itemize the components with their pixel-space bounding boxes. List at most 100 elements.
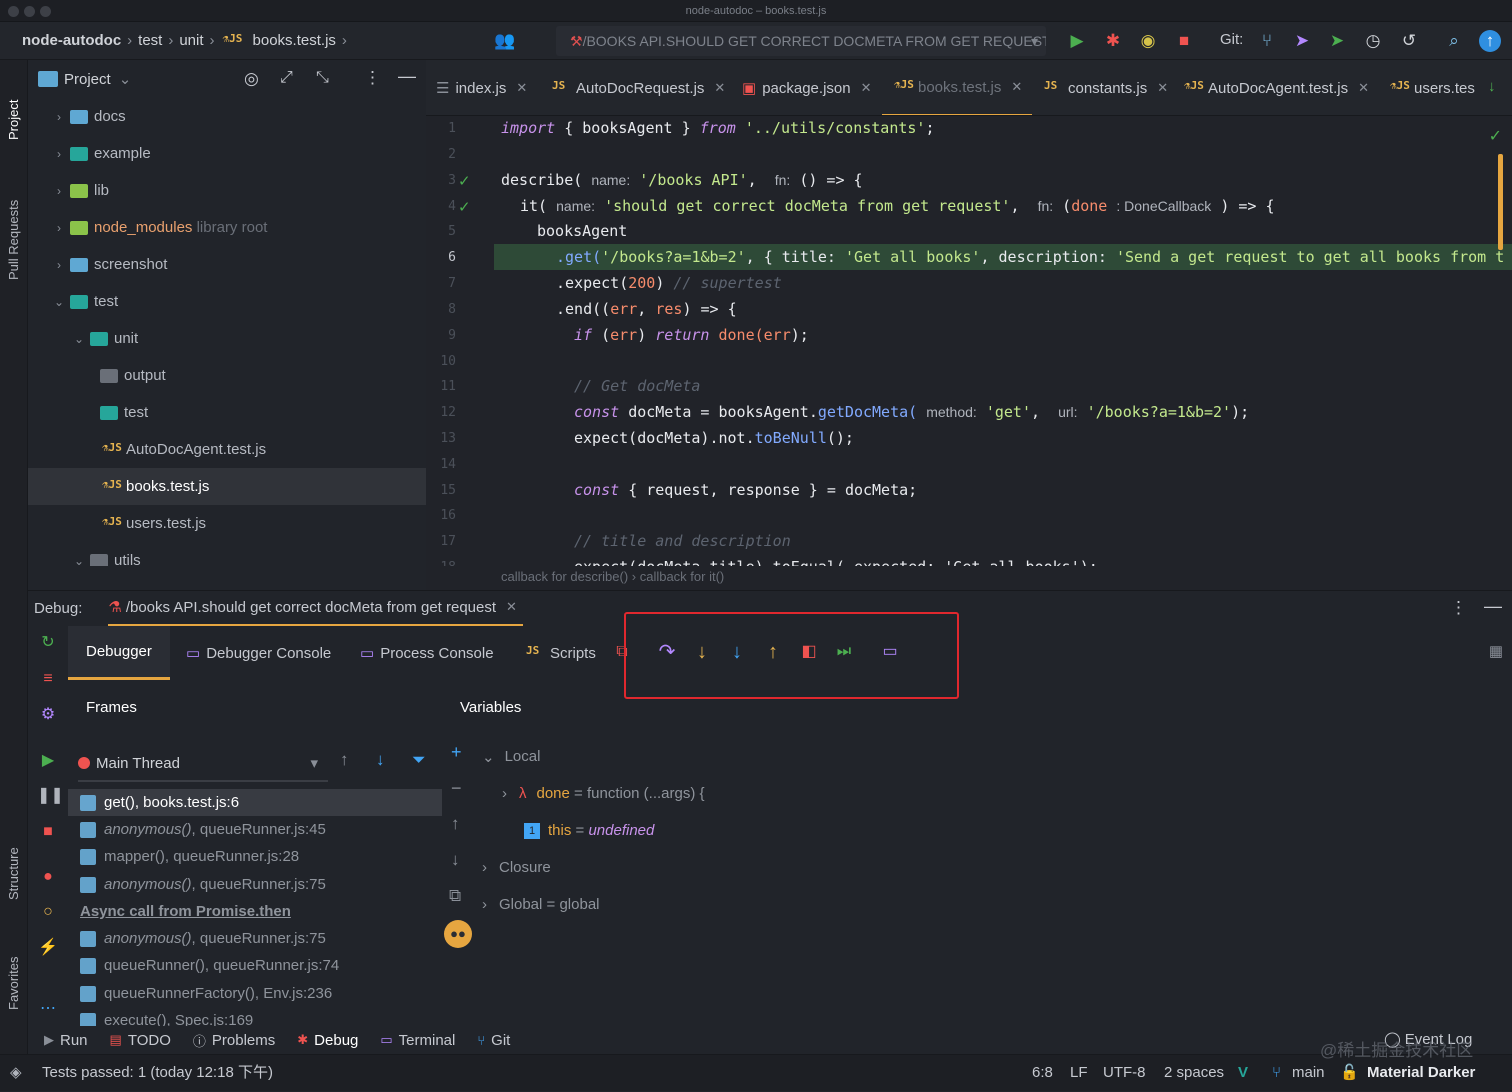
tool-run[interactable]: ▶ Run [44, 1032, 88, 1049]
tool-problems[interactable]: ⓘ Problems [193, 1031, 275, 1050]
cursor-position[interactable]: 6:8 [1032, 1055, 1053, 1092]
tab-autodocagent-test-js[interactable]: ⚗JS AutoDocAgent.test.js ✕ [1182, 60, 1369, 115]
close-icon[interactable]: ✕ [1157, 80, 1168, 96]
more-options-icon[interactable]: ⋮ [364, 68, 381, 88]
run-config-dropdown[interactable]: ⚒/BOOKS API.SHOULD GET CORRECT DOCMETA F… [556, 26, 1046, 56]
tree-item-test[interactable]: ⌄ test [28, 283, 426, 320]
var-this[interactable]: 1 this = undefined [524, 812, 654, 849]
view-breakpoints-icon[interactable]: ● [37, 866, 59, 888]
git-push-icon[interactable]: ➤ [1291, 30, 1313, 52]
minimize-panel-icon[interactable]: — [1484, 596, 1502, 617]
tab-package-json[interactable]: ▣ package.json ✕ [742, 60, 872, 115]
settings-icon[interactable]: ⚙ [37, 704, 59, 726]
close-icon[interactable]: ✕ [506, 599, 517, 615]
search-icon[interactable]: ⌕ [1443, 30, 1465, 52]
tab-scripts[interactable]: JS Scripts [524, 626, 596, 680]
tabs-dropdown-icon[interactable]: ↓ [1488, 78, 1496, 95]
test-passed-icon[interactable]: ✓ [458, 172, 471, 190]
close-icon[interactable]: ✕ [516, 80, 527, 96]
close-icon[interactable]: ✕ [714, 80, 725, 96]
history-icon[interactable]: ◷ [1362, 30, 1384, 52]
frame-row[interactable]: anonymous(), queueRunner.js:45 [68, 816, 442, 843]
frame-row[interactable]: mapper(), queueRunner.js:28 [68, 843, 442, 870]
tab-users-test-js[interactable]: ⚗JS users.tes [1388, 60, 1475, 115]
tab-books-test-js[interactable]: ⚗JS books.test.js ✕ [882, 60, 1033, 115]
layout-settings-icon[interactable]: ▦ [1484, 640, 1508, 664]
tab-constants-js[interactable]: JS constants.js ✕ [1042, 60, 1168, 115]
git-branch-icon[interactable]: ⑂ [1256, 30, 1278, 52]
lightning-icon[interactable]: ⚡ [37, 937, 59, 959]
mute-breakpoints-icon[interactable]: ○ [37, 901, 59, 923]
breadcrumb-test[interactable]: test [138, 32, 162, 49]
tree-item-docs[interactable]: › docs [28, 98, 426, 135]
tree-item-users-test[interactable]: ⚗JS users.test.js [28, 505, 426, 542]
tree-item-unit[interactable]: ⌄ unit [28, 320, 426, 357]
locate-icon[interactable]: ◎ [244, 69, 259, 89]
project-view-selector[interactable]: Project [64, 71, 111, 88]
code-editor[interactable]: ✓ 1 2 3 4 5 6 7 8 9 10 11 12 13 14 15 16… [426, 116, 1512, 566]
minimize-window-icon[interactable] [24, 6, 35, 17]
rollback-icon[interactable]: ↺ [1398, 30, 1420, 52]
frame-row[interactable]: get(), books.test.js:6 [68, 789, 442, 816]
breadcrumb-unit[interactable]: unit [179, 32, 203, 49]
stop-icon[interactable]: ■ [37, 821, 59, 843]
debug-session-tab[interactable]: ⚗ /books API.should get correct docMeta … [108, 591, 523, 627]
stop-icon[interactable]: ■ [1173, 30, 1195, 52]
users-icon[interactable]: 👥 [494, 30, 516, 52]
frame-row[interactable]: anonymous(), queueRunner.js:75 [68, 925, 442, 952]
close-icon[interactable]: ✕ [861, 80, 872, 96]
tool-todo[interactable]: ▤ TODO [110, 1032, 171, 1049]
chevron-down-icon[interactable]: ⌄ [119, 70, 132, 88]
tree-item-books-test[interactable]: ⚗JS books.test.js [28, 468, 426, 505]
tree-item-screenshot[interactable]: › screenshot [28, 246, 426, 283]
git-commit-icon[interactable]: ➤ [1326, 30, 1348, 52]
tab-index-js[interactable]: ☰ index.js ✕ [436, 60, 527, 115]
more-icon[interactable]: ⋯ [37, 998, 59, 1020]
test-status[interactable]: Tests passed: 1 (today 12:18 下午) [42, 1055, 273, 1092]
tool-terminal[interactable]: ▭ Terminal [380, 1032, 455, 1049]
clear-all-icon[interactable]: ≡ [37, 668, 59, 690]
tree-item-output[interactable]: output [28, 357, 426, 394]
tab-structure[interactable]: Structure [6, 847, 21, 900]
frame-row[interactable]: anonymous(), queueRunner.js:75 [68, 871, 442, 898]
copy-icon[interactable]: ⧉ [449, 886, 461, 906]
thread-selector[interactable]: Main Thread ▾ [78, 746, 328, 782]
run-coverage-icon[interactable]: ◉ [1137, 30, 1159, 52]
resume-icon[interactable]: ▶ [37, 750, 59, 772]
collapse-all-icon[interactable]: ⤡ [316, 69, 329, 87]
var-group-closure[interactable]: › Closure [482, 849, 551, 886]
close-icon[interactable]: ✕ [1011, 79, 1022, 95]
indent-setting[interactable]: 2 spaces [1164, 1055, 1224, 1092]
move-up-icon[interactable]: ↑ [451, 814, 460, 834]
filter-icon[interactable]: ⏷ [412, 750, 426, 770]
vue-icon[interactable]: V [1238, 1055, 1248, 1092]
arrow-up-icon[interactable]: ↑ [340, 750, 349, 770]
tree-item-example[interactable]: › example [28, 135, 426, 172]
move-down-icon[interactable]: ↓ [451, 850, 460, 870]
close-window-icon[interactable] [8, 6, 19, 17]
minimize-panel-icon[interactable]: — [398, 66, 416, 87]
tree-item-autodocagent-test[interactable]: ⚗JS AutoDocAgent.test.js [28, 431, 426, 468]
test-passed-icon[interactable]: ✓ [458, 198, 471, 216]
frame-row[interactable]: queueRunner(), queueRunner.js:74 [68, 952, 442, 979]
tab-debugger-console[interactable]: ▭ Debugger Console [186, 626, 331, 680]
tab-process-console[interactable]: ▭ Process Console [360, 626, 494, 680]
remove-watch-icon[interactable]: − [451, 778, 462, 799]
zoom-window-icon[interactable] [40, 6, 51, 17]
update-icon[interactable]: ↑ [1479, 30, 1501, 52]
tool-git[interactable]: ⑂ Git [477, 1032, 510, 1049]
tab-debugger[interactable]: Debugger [68, 626, 170, 680]
tab-autodocrequest-js[interactable]: JS AutoDocRequest.js ✕ [550, 60, 725, 115]
breadcrumb-file[interactable]: books.test.js [253, 32, 336, 49]
tab-pull-requests[interactable]: Pull Requests [6, 200, 21, 280]
more-options-icon[interactable]: ⋮ [1450, 598, 1467, 618]
line-separator[interactable]: LF [1070, 1055, 1088, 1092]
breadcrumb-root[interactable]: node-autodoc [22, 32, 121, 49]
expand-all-icon[interactable]: ⤢ [280, 69, 293, 87]
tree-item-lib[interactable]: › lib [28, 172, 426, 209]
glasses-icon[interactable]: ●● [444, 920, 472, 948]
editor-scrollbar[interactable] [1498, 154, 1503, 250]
var-group-local[interactable]: ⌄ Local [482, 738, 540, 775]
tree-item-node-modules[interactable]: › node_modules library root [28, 209, 426, 246]
arrow-down-icon[interactable]: ↓ [376, 750, 385, 770]
